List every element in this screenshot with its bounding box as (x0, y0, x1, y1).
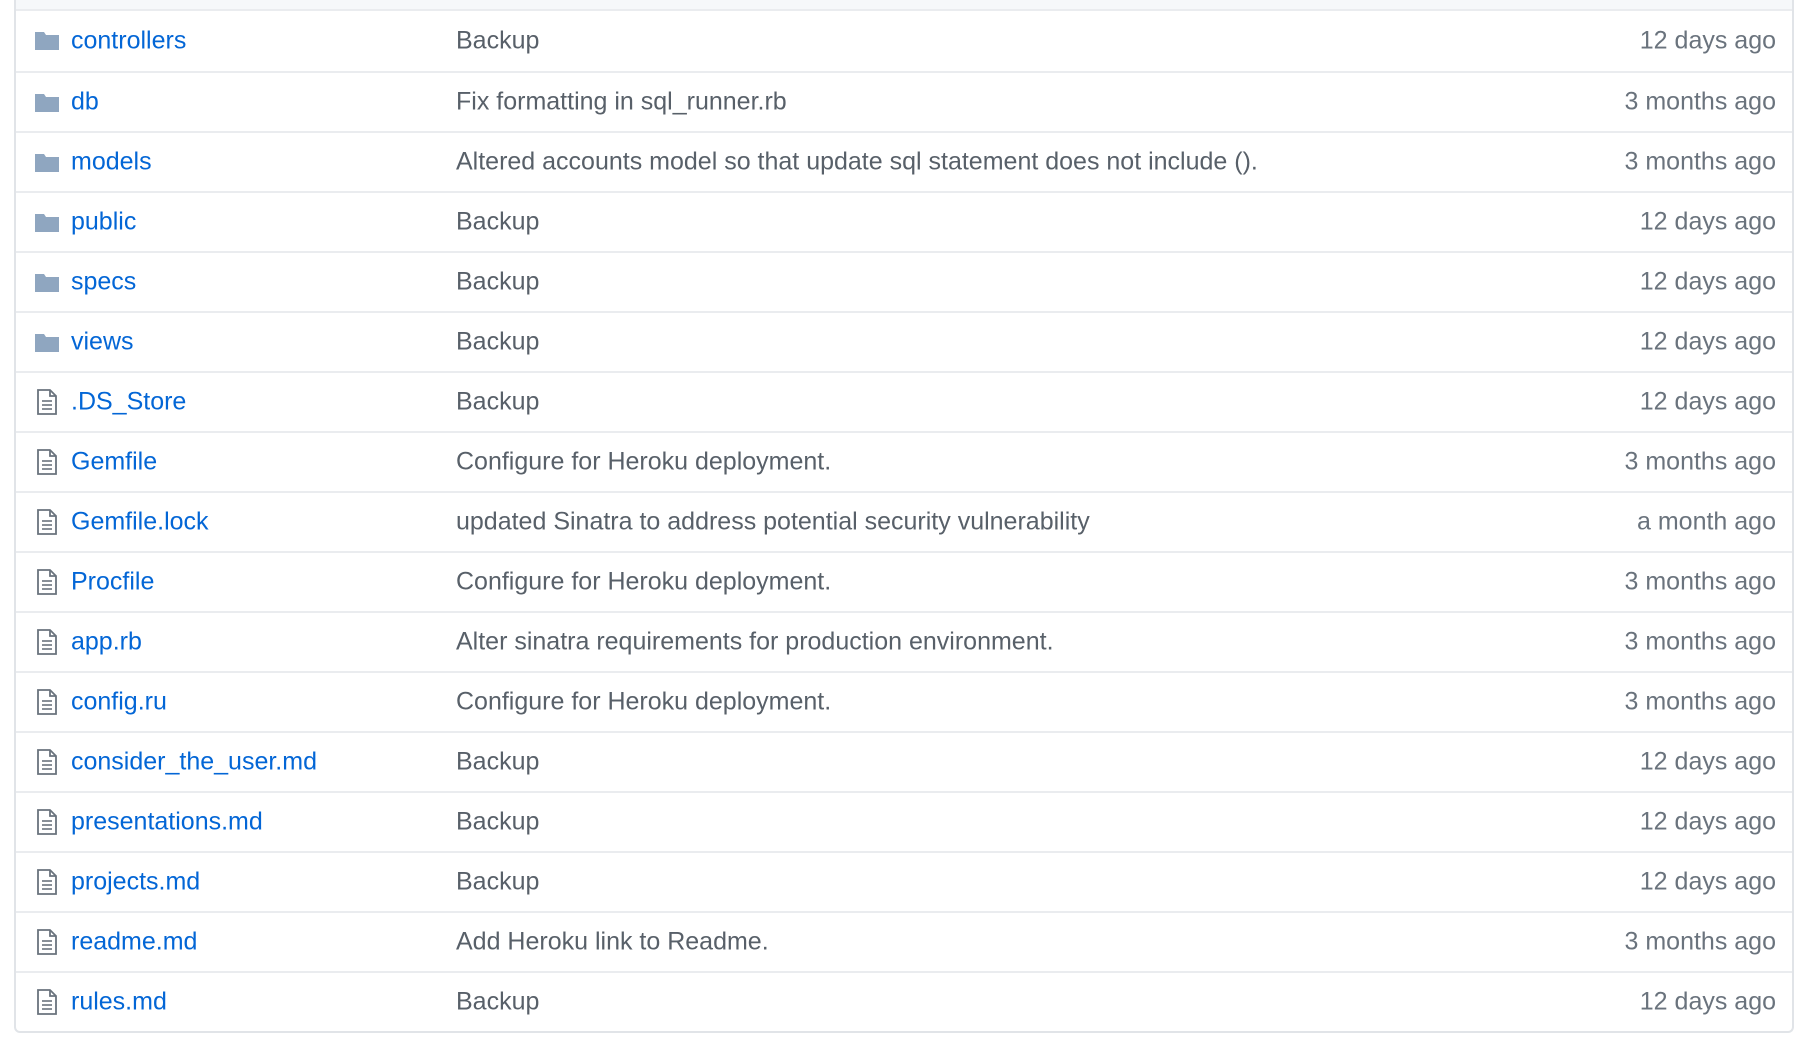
commit-age: 12 days ago (1639, 807, 1776, 836)
file-icon (34, 928, 60, 956)
file-name-link[interactable]: Gemfile (71, 448, 157, 477)
file-row[interactable]: public Backup 12 days ago (16, 191, 1792, 251)
file-row[interactable]: views Backup 12 days ago (16, 311, 1792, 371)
commit-message-link[interactable]: updated Sinatra to address potential sec… (456, 508, 1090, 537)
file-row[interactable]: Gemfile Configure for Heroku deployment.… (16, 431, 1792, 491)
commit-message-link[interactable]: Backup (456, 208, 539, 237)
file-icon (34, 628, 60, 656)
commit-age: 3 months ago (1624, 447, 1777, 476)
commit-message-link[interactable]: Backup (456, 868, 539, 897)
commit-age: 3 months ago (1624, 147, 1777, 176)
commit-age: 12 days ago (1639, 747, 1776, 776)
file-name-link[interactable]: Procfile (71, 568, 154, 597)
commit-age: 12 days ago (1639, 387, 1776, 416)
file-icon (34, 688, 60, 716)
file-row[interactable]: rules.md Backup 12 days ago (16, 971, 1792, 1031)
file-name-link[interactable]: views (71, 328, 134, 357)
file-name-link[interactable]: public (71, 208, 136, 237)
file-rows: controllers Backup 12 days ago db Fix fo… (16, 11, 1792, 1031)
commit-message-link[interactable]: Backup (456, 27, 539, 56)
file-row[interactable]: specs Backup 12 days ago (16, 251, 1792, 311)
file-name-link[interactable]: controllers (71, 27, 186, 56)
table-header-strip (16, 0, 1792, 11)
file-name-link[interactable]: db (71, 88, 99, 117)
commit-message-link[interactable]: Backup (456, 808, 539, 837)
commit-message-link[interactable]: Alter sinatra requirements for productio… (456, 628, 1054, 657)
file-icon (34, 568, 60, 596)
file-icon (34, 748, 60, 776)
commit-message-link[interactable]: Backup (456, 748, 539, 777)
file-row[interactable]: Procfile Configure for Heroku deployment… (16, 551, 1792, 611)
file-name-link[interactable]: readme.md (71, 928, 197, 957)
commit-age: a month ago (1637, 507, 1776, 536)
file-icon (34, 388, 60, 416)
commit-message-link[interactable]: Backup (456, 388, 539, 417)
commit-message-link[interactable]: Altered accounts model so that update sq… (456, 148, 1258, 177)
file-row[interactable]: Gemfile.lock updated Sinatra to address … (16, 491, 1792, 551)
file-row[interactable]: presentations.md Backup 12 days ago (16, 791, 1792, 851)
file-name-link[interactable]: presentations.md (71, 808, 263, 837)
folder-icon (34, 268, 60, 296)
commit-age: 12 days ago (1639, 207, 1776, 236)
commit-age: 12 days ago (1639, 267, 1776, 296)
file-icon (34, 868, 60, 896)
file-list-table: controllers Backup 12 days ago db Fix fo… (14, 0, 1794, 1033)
file-row[interactable]: models Altered accounts model so that up… (16, 131, 1792, 191)
commit-age: 3 months ago (1624, 927, 1777, 956)
file-row[interactable]: config.ru Configure for Heroku deploymen… (16, 671, 1792, 731)
commit-message-link[interactable]: Configure for Heroku deployment. (456, 568, 831, 597)
commit-message-link[interactable]: Backup (456, 268, 539, 297)
file-name-link[interactable]: projects.md (71, 868, 200, 897)
file-name-link[interactable]: config.ru (71, 688, 167, 717)
file-name-link[interactable]: app.rb (71, 628, 142, 657)
file-icon (34, 988, 60, 1016)
commit-message-link[interactable]: Configure for Heroku deployment. (456, 688, 831, 717)
commit-age: 3 months ago (1624, 567, 1777, 596)
commit-message-link[interactable]: Fix formatting in sql_runner.rb (456, 88, 787, 117)
file-row[interactable]: controllers Backup 12 days ago (16, 11, 1792, 71)
commit-age: 3 months ago (1624, 627, 1777, 656)
folder-icon (34, 328, 60, 356)
file-name-link[interactable]: .DS_Store (71, 388, 186, 417)
folder-icon (34, 148, 60, 176)
folder-icon (34, 88, 60, 116)
commit-age: 12 days ago (1639, 26, 1776, 55)
file-name-link[interactable]: models (71, 148, 152, 177)
file-row[interactable]: db Fix formatting in sql_runner.rb 3 mon… (16, 71, 1792, 131)
commit-message-link[interactable]: Configure for Heroku deployment. (456, 448, 831, 477)
commit-message-link[interactable]: Backup (456, 328, 539, 357)
file-row[interactable]: .DS_Store Backup 12 days ago (16, 371, 1792, 431)
file-icon (34, 808, 60, 836)
file-name-link[interactable]: Gemfile.lock (71, 508, 209, 537)
commit-message-link[interactable]: Add Heroku link to Readme. (456, 928, 769, 957)
folder-icon (34, 26, 60, 54)
commit-age: 12 days ago (1639, 867, 1776, 896)
folder-icon (34, 208, 60, 236)
file-row[interactable]: app.rb Alter sinatra requirements for pr… (16, 611, 1792, 671)
file-row[interactable]: readme.md Add Heroku link to Readme. 3 m… (16, 911, 1792, 971)
file-name-link[interactable]: rules.md (71, 988, 167, 1017)
commit-age: 12 days ago (1639, 987, 1776, 1016)
file-icon (34, 508, 60, 536)
commit-age: 3 months ago (1624, 87, 1777, 116)
commit-message-link[interactable]: Backup (456, 988, 539, 1017)
commit-age: 3 months ago (1624, 687, 1777, 716)
file-name-link[interactable]: specs (71, 268, 136, 297)
file-icon (34, 448, 60, 476)
commit-age: 12 days ago (1639, 327, 1776, 356)
file-row[interactable]: projects.md Backup 12 days ago (16, 851, 1792, 911)
file-name-link[interactable]: consider_the_user.md (71, 748, 317, 777)
file-row[interactable]: consider_the_user.md Backup 12 days ago (16, 731, 1792, 791)
